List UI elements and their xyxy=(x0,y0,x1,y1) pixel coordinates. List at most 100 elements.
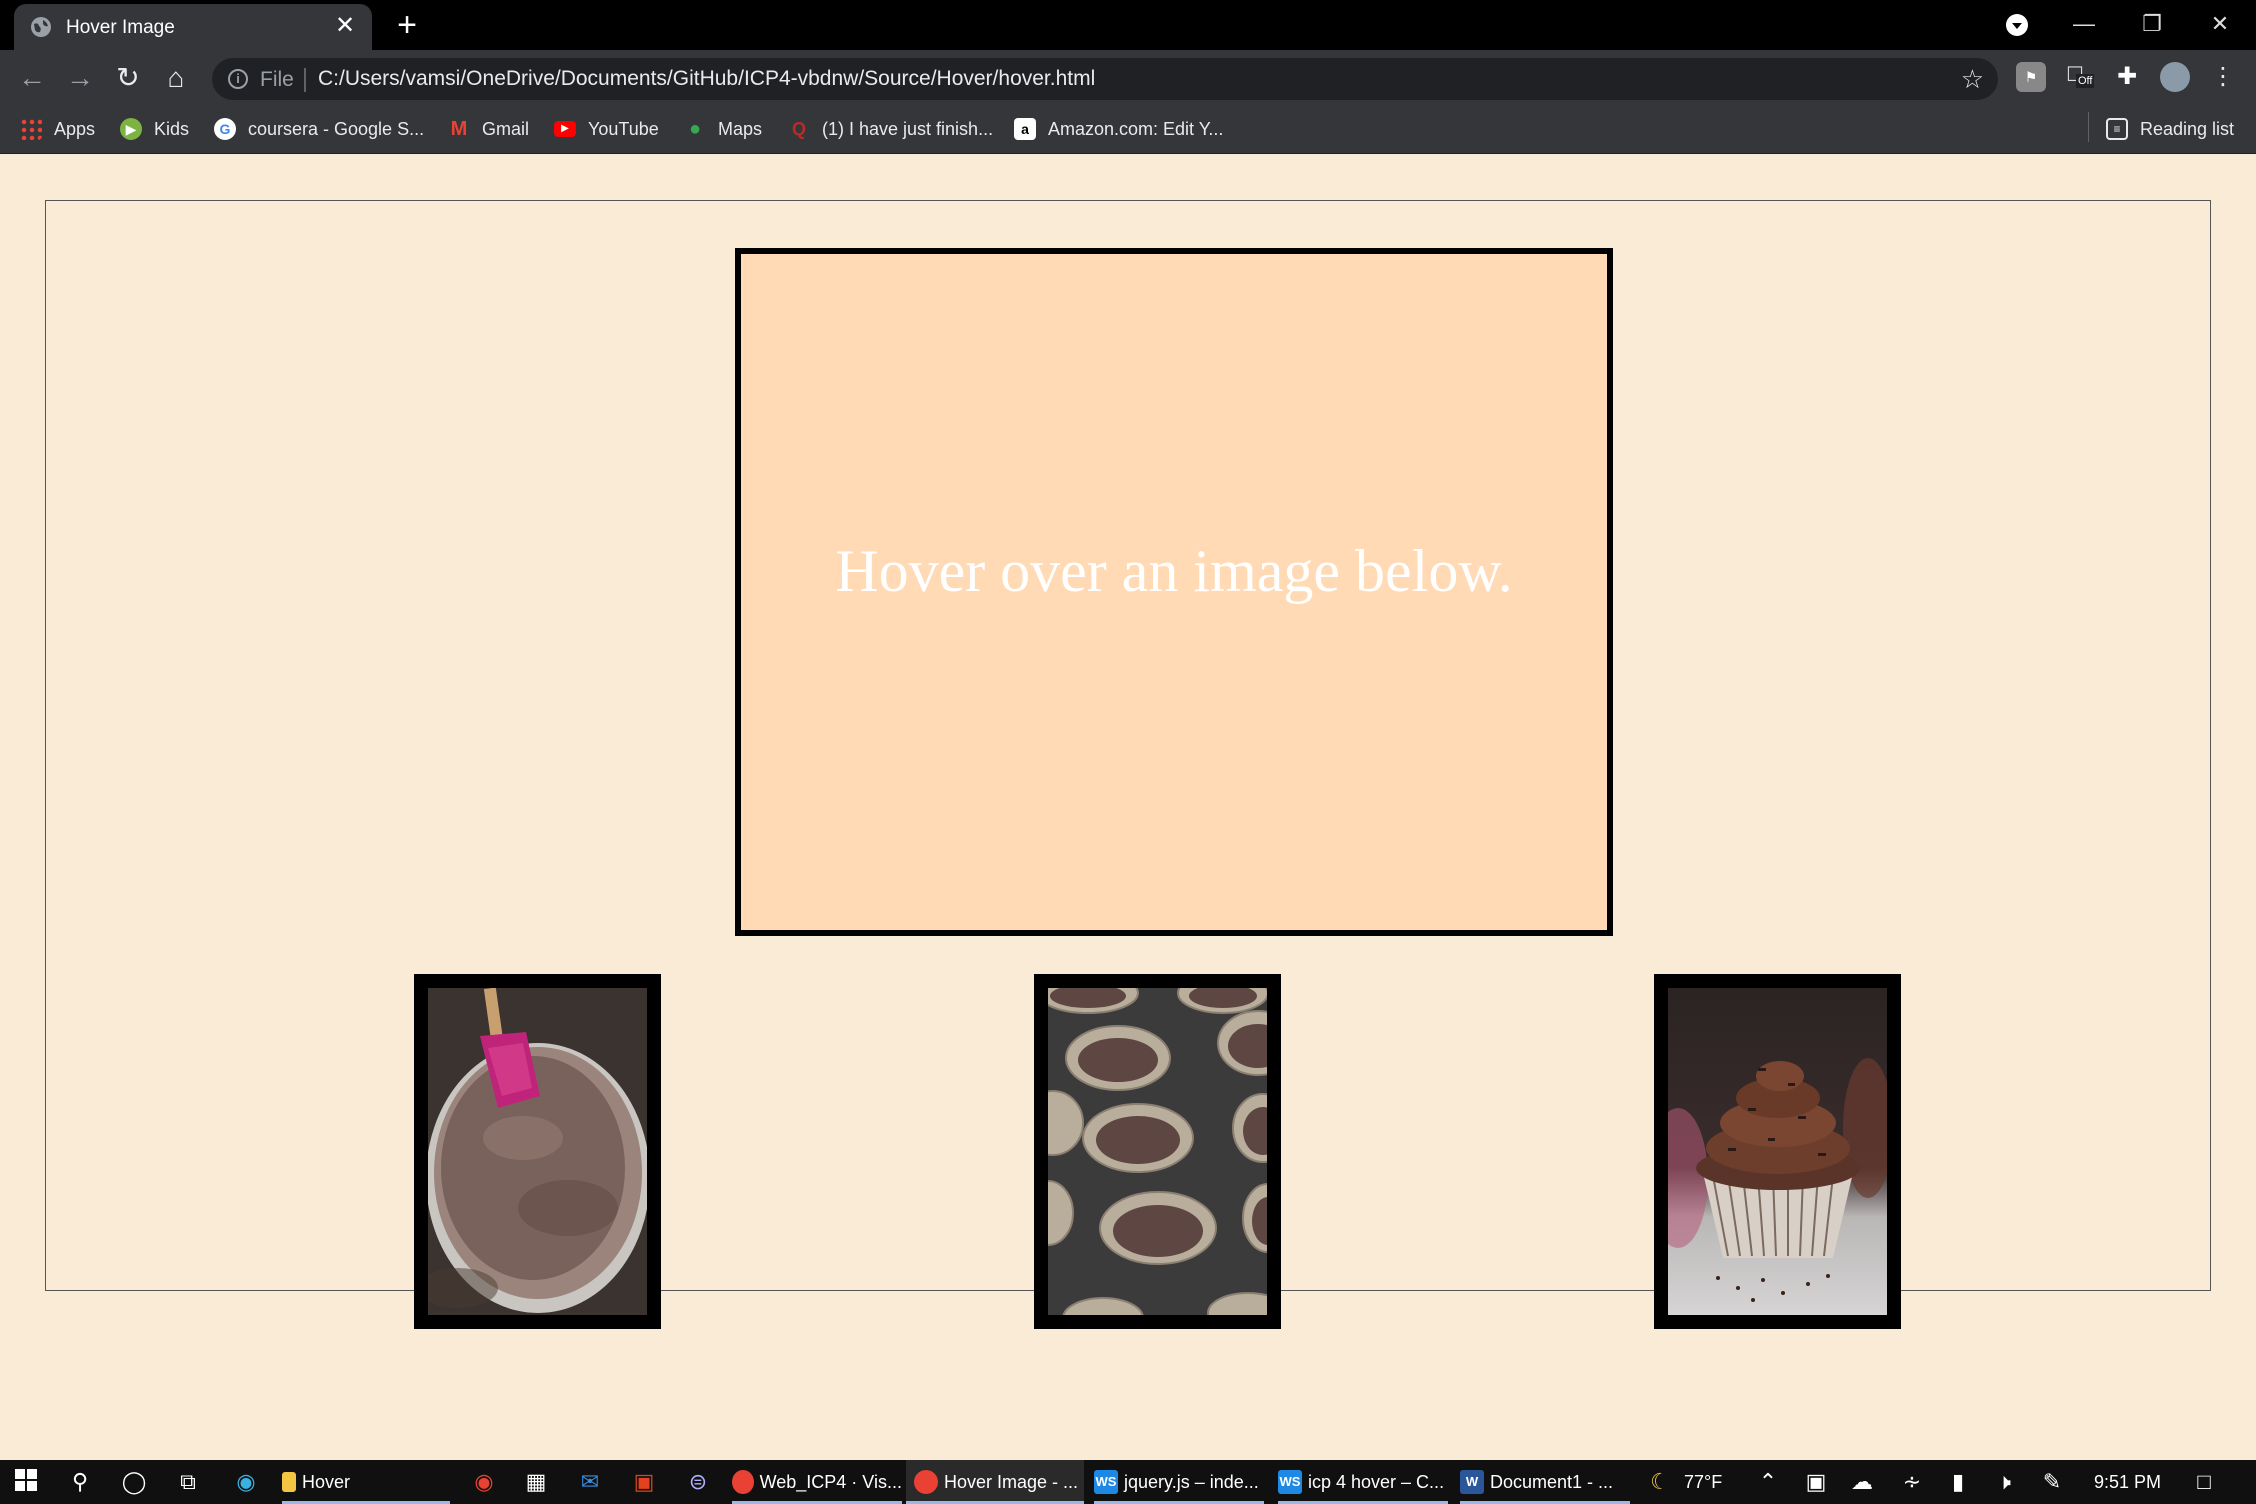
office-icon[interactable]: ▣ xyxy=(630,1468,658,1496)
taskbar-label: icp 4 hover – C... xyxy=(1308,1471,1445,1492)
menu-kebab-icon[interactable]: ⋮ xyxy=(2208,62,2238,92)
taskbar-label: jquery.js – inde... xyxy=(1124,1471,1259,1492)
minimize-icon[interactable]: — xyxy=(2052,4,2116,44)
edge-icon[interactable]: ◉ xyxy=(232,1468,260,1496)
apps-grid-icon xyxy=(20,118,42,140)
taskbar-label: Hover xyxy=(302,1471,351,1492)
reading-list-icon: ≡ xyxy=(2106,118,2128,140)
bookmark-youtube[interactable]: ▶ YouTube xyxy=(554,114,659,144)
address-bar[interactable]: i File C:/Users/vamsi/OneDrive/Documents… xyxy=(212,58,1998,100)
mail-icon[interactable]: ✉ xyxy=(576,1468,604,1496)
google-icon: G xyxy=(214,118,236,140)
bookmark-gmail[interactable]: M Gmail xyxy=(448,114,529,144)
bookmarks-bar: Apps ▶ Kids G coursera - Google S... M G… xyxy=(0,106,2256,154)
pen-icon[interactable]: ✎ xyxy=(2038,1468,2066,1496)
taskbar-icp4-hover[interactable]: WS icp 4 hover – C... xyxy=(1278,1460,1448,1504)
meet-icon[interactable]: ▣ xyxy=(1802,1468,1830,1496)
bookmarks-divider xyxy=(2088,112,2089,142)
taskbar-web-icp4[interactable]: Web_ICP4 · Vis... xyxy=(732,1460,902,1504)
bookmark-label: coursera - Google S... xyxy=(248,118,425,139)
close-tab-icon[interactable]: ✕ xyxy=(332,13,358,39)
bookmark-label: (1) I have just finish... xyxy=(822,118,994,139)
thumbnail-cupcake-tin[interactable] xyxy=(1022,972,1299,1339)
task-view-icon[interactable]: ⧉ xyxy=(174,1468,202,1496)
frosted-cupcake-image xyxy=(1648,988,1893,1315)
taskbar-label: Document1 - ... xyxy=(1490,1471,1614,1492)
clock[interactable]: 9:51 PM xyxy=(2094,1460,2161,1504)
reading-list-button[interactable]: ≡ Reading list xyxy=(2106,114,2234,144)
tab-title: Hover Image xyxy=(66,17,175,38)
home-icon[interactable]: ⌂ xyxy=(158,60,194,96)
batter-bowl-image xyxy=(418,987,650,1315)
kids-play-icon: ▶ xyxy=(120,118,142,140)
hover-message: Hover over an image below. xyxy=(835,537,1513,604)
notification-icon[interactable]: □ xyxy=(2190,1468,2218,1496)
bookmark-apps[interactable]: Apps xyxy=(20,114,95,144)
extension-icon[interactable]: ⚑ xyxy=(2016,62,2046,92)
windows-start-icon[interactable] xyxy=(12,1468,40,1496)
browser-tab-active[interactable]: Hover Image ✕ xyxy=(14,4,372,50)
gallery-container: Hover over an image below. xyxy=(45,200,2211,1339)
reading-list-label: Reading list xyxy=(2140,118,2235,139)
bookmark-label: Amazon.com: Edit Y... xyxy=(1048,118,1224,139)
bookmark-label: YouTube xyxy=(588,118,659,139)
back-arrow-icon[interactable]: ← xyxy=(14,60,50,96)
onedrive-icon[interactable]: ☁ xyxy=(1848,1468,1876,1496)
bookmark-quora[interactable]: Q (1) I have just finish... xyxy=(788,114,993,144)
store-icon[interactable]: ▦ xyxy=(522,1468,550,1496)
taskbar-document1[interactable]: W Document1 - ... xyxy=(1460,1460,1630,1504)
url-scheme: File xyxy=(260,68,294,91)
bookmark-label: Kids xyxy=(154,118,190,139)
bookmark-coursera[interactable]: G coursera - Google S... xyxy=(214,114,424,144)
forward-arrow-icon[interactable]: → xyxy=(62,60,98,96)
globe-icon xyxy=(31,17,51,37)
chrome-icon xyxy=(914,1470,938,1494)
volume-icon[interactable]: 🕨 xyxy=(1990,1468,2018,1496)
close-window-icon[interactable]: ✕ xyxy=(2188,4,2252,44)
profile-avatar[interactable] xyxy=(2160,62,2190,92)
extension-off-badge: Off xyxy=(2076,74,2095,88)
wifi-icon[interactable]: ∻ xyxy=(1898,1468,1926,1496)
chevron-up-icon[interactable]: ⌃ xyxy=(1754,1468,1782,1496)
hover-preview-box: Hover over an image below. xyxy=(735,248,1613,936)
battery-icon[interactable]: ▮ xyxy=(1944,1468,1972,1496)
weather-widget[interactable]: ☾ 77°F xyxy=(1648,1460,1722,1504)
bookmark-star-icon[interactable]: ☆ xyxy=(1961,64,1984,95)
cupcake-tin-image xyxy=(1022,972,1299,1339)
tab-strip: Hover Image ✕ + — ❐ ✕ xyxy=(0,0,2256,50)
search-icon[interactable]: ⚲ xyxy=(66,1468,94,1496)
youtube-icon: ▶ xyxy=(554,121,576,137)
taskbar-label: Web_ICP4 · Vis... xyxy=(759,1471,902,1492)
tab-search-icon[interactable] xyxy=(2006,14,2028,36)
taskbar-file-explorer[interactable]: Hover xyxy=(282,1460,450,1504)
bookmark-kids[interactable]: ▶ Kids xyxy=(120,114,189,144)
reload-icon[interactable]: ↻ xyxy=(110,60,146,96)
puzzle-extensions-icon[interactable]: ✚ xyxy=(2112,62,2142,92)
webstorm-icon: WS xyxy=(1094,1470,1118,1494)
thumbnail-batter-bowl[interactable] xyxy=(414,974,661,1329)
taskbar-hover-image[interactable]: Hover Image - ... xyxy=(906,1460,1084,1504)
url-separator xyxy=(304,68,306,92)
weather-temp: 77°F xyxy=(1684,1471,1723,1492)
info-icon[interactable]: i xyxy=(228,69,248,89)
restore-icon[interactable]: ❐ xyxy=(2120,4,2184,44)
web-page: Hover over an image below. xyxy=(0,155,2256,1460)
gmail-icon: M xyxy=(450,118,468,140)
extension-off-icon[interactable]: ☐ Off xyxy=(2064,62,2095,92)
word-icon: W xyxy=(1460,1470,1484,1494)
bookmark-label: Maps xyxy=(718,118,763,139)
url-text[interactable]: C:/Users/vamsi/OneDrive/Documents/GitHub… xyxy=(318,67,1095,91)
taskbar-jquery[interactable]: WS jquery.js – inde... xyxy=(1094,1460,1264,1504)
app-icon[interactable]: ⊜ xyxy=(684,1468,712,1496)
clock-time: 9:51 PM xyxy=(2094,1471,2162,1492)
bookmark-amazon[interactable]: a Amazon.com: Edit Y... xyxy=(1014,114,1223,144)
thumbnail-frosted-cupcake[interactable] xyxy=(1648,974,1901,1329)
taskbar-label: Hover Image - ... xyxy=(944,1471,1079,1492)
maps-pin-icon: ● xyxy=(688,118,702,140)
chrome-icon[interactable]: ◉ xyxy=(470,1468,498,1496)
quora-icon: Q xyxy=(791,119,806,139)
cortana-icon[interactable]: ◯ xyxy=(120,1468,148,1496)
new-tab-button[interactable]: + xyxy=(390,8,424,42)
moon-icon: ☾ xyxy=(1650,1469,1670,1494)
bookmark-maps[interactable]: ● Maps xyxy=(684,114,762,144)
